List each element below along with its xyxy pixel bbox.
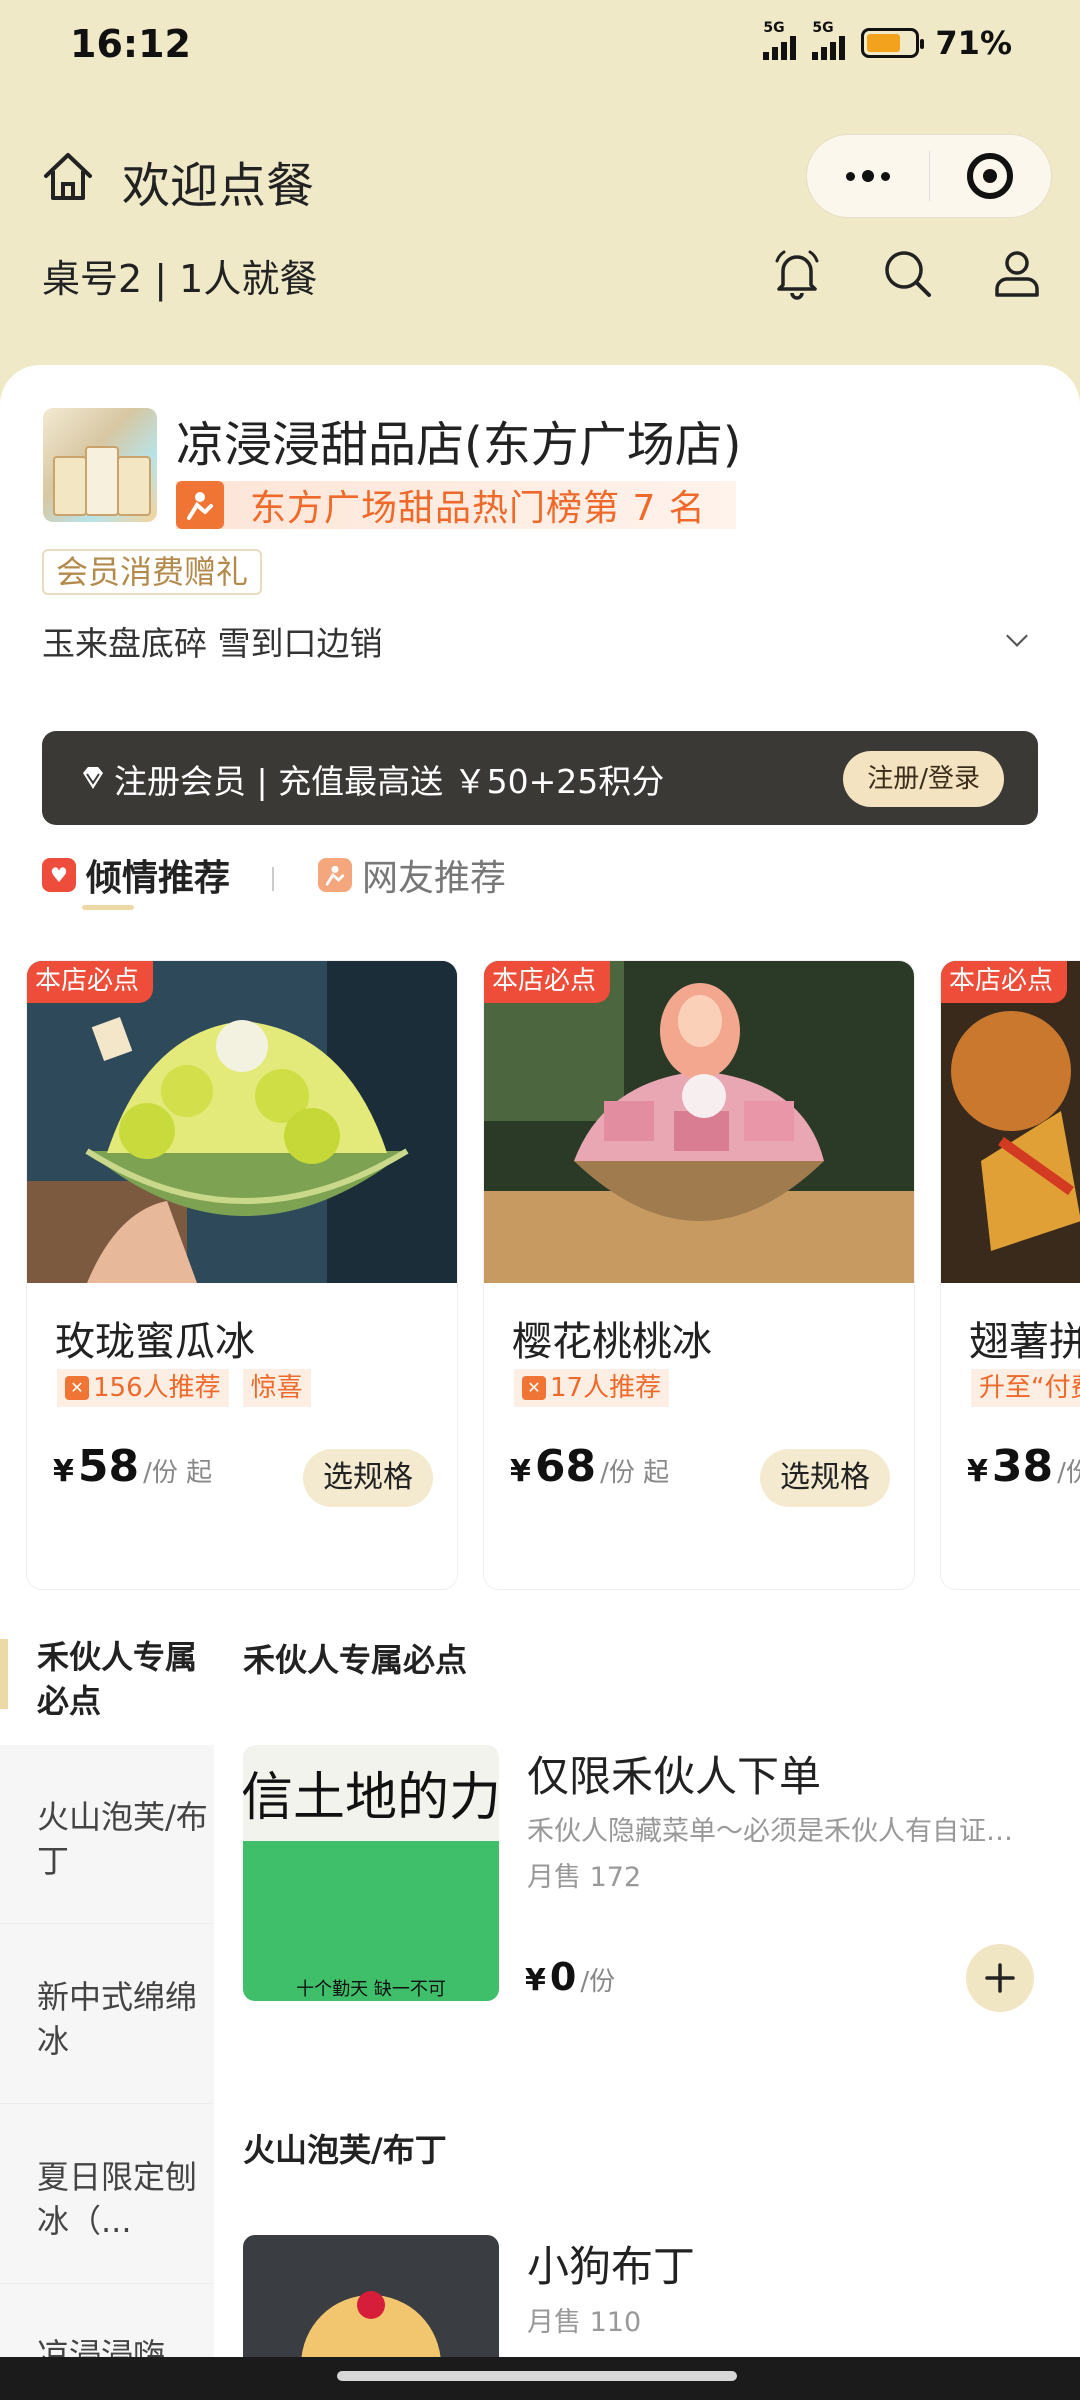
signal-icon: 5G [763, 20, 797, 60]
nav-bar: 欢迎点餐 [0, 130, 1080, 220]
image-text: “相信土地的力量” [243, 1768, 499, 1828]
sidebar-item-chinese-ice[interactable]: 新中式绵绵冰 [0, 1975, 214, 2063]
table-info: 桌号2 | 1人就餐 [42, 257, 318, 301]
navigation-bar [0, 2357, 1080, 2400]
product-image [484, 961, 914, 1283]
product-name: 翅薯拼 [969, 1319, 1080, 1365]
home-indicator[interactable] [337, 2371, 737, 2381]
heart-icon: ♥ [42, 858, 76, 892]
product-name: 樱花桃桃冰 [512, 1319, 712, 1365]
surprise-badge: 惊喜 [242, 1369, 311, 1407]
store-name: 凉浸浸甜品店(东方广场店) [176, 417, 742, 473]
miniprogram-capsule [806, 134, 1052, 218]
store-slogan: 玉来盘底碎 雪到口边销 [42, 624, 383, 663]
product-name: 仅限禾伙人下单 [527, 1752, 822, 1801]
tab-label: 网友推荐 [362, 858, 507, 899]
must-order-tag: 本店必点 [484, 961, 611, 1003]
recommend-card[interactable]: 本店必点 樱花桃桃冰 ✕ 17人推荐 ¥68/份 起 选规格 [483, 960, 915, 1590]
active-tab-indicator [82, 905, 134, 910]
rank-text: 东方广场甜品热门榜第 7 名 [250, 488, 706, 529]
diamond-icon [83, 767, 103, 789]
product-image [27, 961, 457, 1283]
recommend-carousel[interactable]: 本店必点 玫珑蜜瓜冰 ✕ 156人推荐 惊喜 ¥58/份 起 选规格 本店必点 … [0, 960, 1080, 1590]
store-logo [43, 408, 157, 522]
recommend-count-badge: ✕ 17人推荐 [514, 1369, 670, 1407]
page-title: 欢迎点餐 [122, 158, 315, 214]
tab-label: 倾情推荐 [86, 858, 231, 899]
sidebar-item-summer-shaved-ice[interactable]: 夏日限定刨冰（... [0, 2155, 214, 2243]
recommend-card[interactable]: 本店必点 玫珑蜜瓜冰 ✕ 156人推荐 惊喜 ¥58/份 起 选规格 [26, 960, 458, 1590]
member-banner-text: 注册会员 | 充值最高送 ￥50+25积分 [114, 762, 665, 801]
close-miniprogram-button[interactable] [930, 134, 1052, 218]
status-time: 16:12 [70, 22, 191, 66]
battery-icon [861, 28, 925, 58]
plus-icon [985, 1963, 1015, 1993]
table-info-row: 桌号2 | 1人就餐 [0, 240, 1080, 310]
select-spec-button[interactable]: 选规格 [760, 1449, 890, 1507]
upgrade-badge: 升至“付费 [971, 1369, 1080, 1407]
network-type-label: 5G [812, 20, 834, 36]
category-sidebar: 禾伙人专属必点 火山泡芙/布丁 新中式绵绵冰 夏日限定刨冰（... 凉浸浸嗨 [0, 1625, 214, 2400]
product-image [941, 961, 1080, 1283]
product-name: 小狗布丁 [527, 2242, 696, 2291]
user-icon[interactable] [984, 240, 1050, 306]
register-login-button[interactable]: 注册/登录 [843, 751, 1004, 807]
member-gift-tag: 会员消费赠礼 [42, 549, 263, 595]
rank-badge[interactable]: 东方广场甜品热门榜第 7 名 [176, 481, 736, 529]
product-description: 禾伙人隐藏菜单～必须是禾伙人有自证才... [527, 1816, 1027, 1847]
sidebar-item-partner[interactable]: 禾伙人专属必点 [0, 1635, 214, 1723]
recommend-tabs: ♥ 倾情推荐 网友推荐 [42, 849, 842, 909]
more-dots-icon [845, 170, 890, 182]
status-icons: 5G 5G 71% [763, 20, 1012, 62]
home-icon[interactable] [40, 148, 96, 204]
tab-featured[interactable]: ♥ 倾情推荐 [42, 849, 230, 901]
must-order-tag: 本店必点 [27, 961, 154, 1003]
network-type-label: 5G [763, 20, 785, 36]
product-image: “相信土地的力量” 十个勤天 缺一不可 [243, 1745, 499, 2001]
section-title: 火山泡芙/布丁 [243, 2131, 447, 2169]
section-title: 禾伙人专属必点 [243, 1641, 468, 1679]
more-button[interactable] [807, 134, 929, 218]
monthly-sales: 月售 110 [527, 2307, 642, 2338]
add-to-cart-button[interactable] [966, 1944, 1034, 2012]
product-price: ¥0/份 [525, 1955, 616, 1999]
recommend-card[interactable]: 本店必点 翅薯拼 升至“付费 ¥38/份 [940, 960, 1080, 1590]
status-bar: 16:12 5G 5G 71% [0, 0, 1080, 90]
chevron-down-icon[interactable] [1006, 625, 1028, 647]
product-name: 玫珑蜜瓜冰 [55, 1319, 255, 1365]
member-banner[interactable]: 注册会员 | 充值最高送 ￥50+25积分 注册/登录 [42, 731, 1038, 825]
ranking-icon [176, 481, 224, 529]
product-price: ¥68/份 起 [510, 1441, 670, 1492]
menu-content: 凉浸浸甜品店(东方广场店) 东方广场甜品热门榜第 7 名 会员消费赠礼 玉来盘底… [0, 365, 1080, 2400]
tab-user-recommend[interactable]: 网友推荐 [318, 849, 506, 901]
signal-icon: 5G [812, 20, 846, 60]
sidebar-item-puff-pudding[interactable]: 火山泡芙/布丁 [0, 1795, 214, 1883]
battery-percent: 71% [935, 24, 1012, 62]
monthly-sales: 月售 172 [527, 1862, 642, 1893]
svg-text:十个勤天 缺一不可: 十个勤天 缺一不可 [296, 1979, 446, 2000]
ranking-icon [318, 858, 352, 892]
recommend-count-badge: ✕ 156人推荐 [57, 1369, 229, 1407]
target-icon [967, 153, 1014, 199]
product-price: ¥38/份 [967, 1441, 1080, 1492]
bell-icon[interactable] [764, 240, 830, 306]
select-spec-button[interactable]: 选规格 [303, 1449, 433, 1507]
must-order-tag: 本店必点 [941, 961, 1068, 1003]
search-icon[interactable] [874, 240, 940, 306]
product-price: ¥58/份 起 [53, 1441, 213, 1492]
